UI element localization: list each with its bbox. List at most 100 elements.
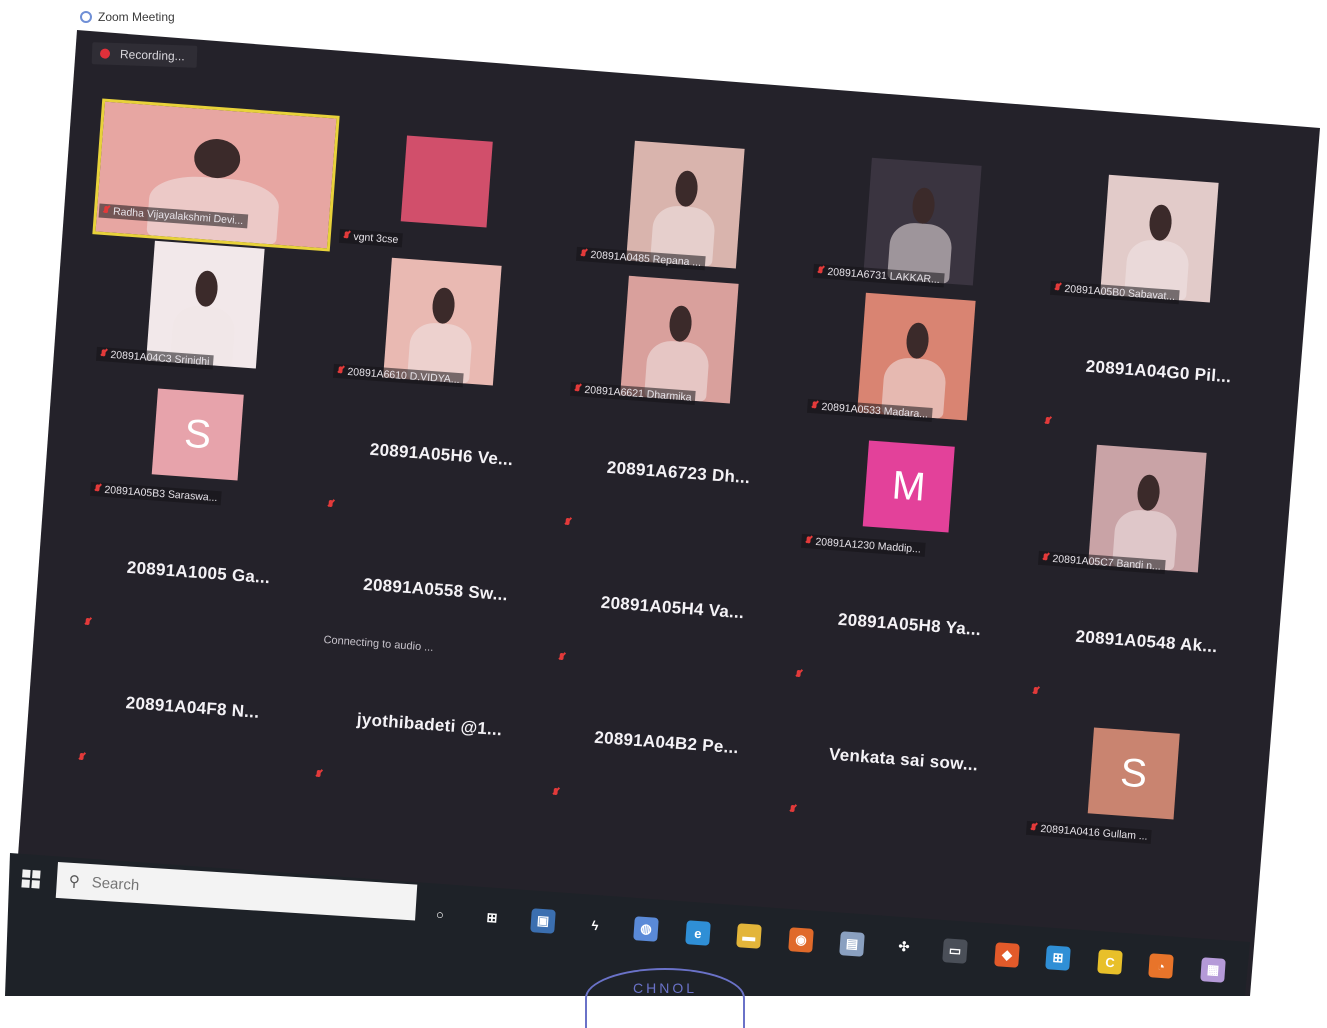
participant-tile[interactable]: S 20891A05B3 Saraswa...: [84, 372, 325, 519]
participant-name: 20891A04G0 Pil...: [1085, 356, 1233, 387]
participant-video: [1088, 444, 1207, 573]
participant-video: [383, 258, 502, 386]
participant-name: 20891A04B2 Pe...: [593, 727, 740, 757]
participant-name: 20891A0558 Sw...: [362, 575, 509, 605]
store-icon[interactable]: ▣: [530, 908, 556, 935]
participant-name: Venkata sai sow...: [828, 744, 979, 775]
recording-label: Recording...: [119, 47, 185, 64]
muted-mic-icon: [795, 670, 802, 681]
participant-tile[interactable]: 20891A05C7 Bandi n...: [1032, 441, 1273, 588]
muted-mic-icon: [811, 401, 818, 412]
participant-video: [146, 240, 265, 369]
muted-mic-icon: [337, 366, 344, 377]
participant-avatar: M: [862, 440, 955, 533]
participant-tile[interactable]: 20891A6610 D.VIDYA...: [327, 254, 568, 401]
windows-logo-icon: [22, 869, 31, 878]
participant-name: 20891A05H6 Ve...: [369, 440, 514, 470]
muted-mic-icon: [78, 753, 85, 764]
participant-name: jyothibadeti @1...: [356, 710, 503, 740]
participant-tile[interactable]: Venkata sai sow...: [783, 694, 1024, 841]
participant-tile[interactable]: 20891A05B0 Sabavat...: [1044, 171, 1285, 318]
participant-color-block: [400, 135, 493, 228]
chrome-icon[interactable]: ◉: [787, 927, 814, 953]
participant-name: 20891A1005 Ga...: [126, 557, 271, 588]
dropbox-icon[interactable]: ✣: [891, 935, 917, 961]
zoom-icon[interactable]: ▦: [1199, 956, 1226, 983]
participant-tile[interactable]: 20891A05H6 Ve...: [321, 389, 562, 536]
participant-tile[interactable]: 20891A04C3 Srinidhi: [90, 237, 331, 384]
audio-status: Connecting to audio ...: [323, 634, 434, 655]
participant-tile[interactable]: 20891A04B2 Pe...: [546, 676, 787, 823]
participant-tile[interactable]: vgnt 3cse: [333, 119, 574, 266]
app-blue-icon[interactable]: ◍: [633, 916, 659, 942]
participant-video: [626, 140, 745, 269]
muted-mic-icon: [1042, 553, 1049, 564]
start-button[interactable]: [21, 869, 41, 889]
muted-mic-icon: [580, 248, 587, 259]
participant-tile[interactable]: S 20891A0416 Gullam ...: [1020, 711, 1261, 858]
muted-mic-icon: [789, 805, 796, 816]
participant-tile[interactable]: 20891A05H8 Ya...: [789, 559, 1030, 706]
winamp-icon[interactable]: ϟ: [582, 912, 608, 938]
participant-avatar: S: [1087, 727, 1180, 820]
participant-tile[interactable]: 20891A0558 Sw... Connecting to audio ...: [315, 524, 556, 671]
participant-tile[interactable]: jyothibadeti @1...: [309, 659, 550, 806]
participant-name: 20891A0548 Ak...: [1074, 627, 1219, 657]
participant-video: [863, 157, 982, 286]
recording-indicator[interactable]: Recording...: [91, 42, 198, 68]
muted-mic-icon: [103, 205, 110, 216]
task-view-icon[interactable]: ⊞: [479, 905, 505, 931]
edge-icon[interactable]: e: [684, 919, 711, 946]
muted-mic-icon: [1044, 417, 1051, 428]
app-yellow-icon[interactable]: C: [1096, 949, 1123, 976]
stamp-text: CHNOL: [632, 980, 697, 996]
files-icon[interactable]: ▤: [839, 930, 865, 957]
muted-mic-icon: [315, 770, 322, 781]
participant-name: 20891A05H8 Ya...: [837, 609, 982, 640]
participant-name: 20891A6723 Dh...: [606, 457, 751, 487]
participant-tile[interactable]: 20891A05H4 Va...: [552, 541, 793, 688]
participant-tile[interactable]: 20891A04F8 N...: [72, 642, 313, 789]
participant-tile[interactable]: 20891A0533 Madara...: [801, 289, 1042, 436]
muted-mic-icon: [94, 484, 101, 495]
terminal-icon[interactable]: ▭: [942, 938, 968, 964]
muted-mic-icon: [84, 618, 91, 629]
firefox-icon[interactable]: ◔: [1148, 953, 1174, 979]
participant-tile[interactable]: 20891A6621 Dharmika: [564, 271, 805, 418]
cortana-icon[interactable]: ○: [427, 901, 453, 927]
institution-stamp: CHNOL: [585, 968, 745, 1028]
participant-video: [620, 275, 739, 404]
muted-mic-icon: [564, 517, 571, 528]
participant-video: [857, 292, 976, 421]
participant-tile[interactable]: Radha Vijayalakshmi Devi...: [92, 98, 340, 252]
participant-label: 20891A05B3 Saraswa...: [89, 481, 222, 506]
participant-tile[interactable]: 20891A0548 Ak...: [1026, 576, 1267, 723]
participant-tile[interactable]: 20891A0485 Repana ...: [570, 136, 811, 283]
muted-mic-icon: [574, 383, 581, 394]
muted-mic-icon: [552, 787, 559, 798]
window-titlebar: Zoom Meeting: [80, 10, 175, 24]
muted-mic-icon: [558, 652, 565, 663]
participant-tile[interactable]: 20891A6723 Dh...: [558, 406, 799, 553]
zoom-meeting-window: Recording... Radha Vijayalakshmi Devi...…: [8, 30, 1320, 996]
zoom-icon: [80, 11, 92, 23]
participant-name: 20891A04F8 N...: [125, 693, 261, 722]
window-title: Zoom Meeting: [98, 10, 175, 24]
participant-tile[interactable]: M 20891A1230 Maddip...: [795, 424, 1036, 571]
participant-tile[interactable]: 20891A1005 Ga...: [78, 507, 319, 654]
muted-mic-icon: [327, 500, 334, 511]
participant-video: [1100, 174, 1219, 303]
windows-icon[interactable]: ⊞: [1045, 945, 1071, 972]
participant-video: [92, 98, 340, 252]
muted-mic-icon: [805, 536, 812, 547]
file-explorer-icon[interactable]: ▬: [736, 923, 762, 950]
participant-tile[interactable]: 20891A6731 LAKKAR...: [807, 154, 1048, 301]
participant-tile[interactable]: 20891A04G0 Pil...: [1038, 306, 1279, 453]
muted-mic-icon: [1032, 687, 1039, 698]
app-orange-icon[interactable]: ◆: [993, 941, 1020, 968]
participant-avatar: S: [151, 388, 244, 481]
search-icon: ⚲: [68, 872, 81, 891]
participant-label: vgnt 3cse: [338, 229, 403, 248]
search-input[interactable]: [89, 872, 334, 907]
participant-label: 20891A0416 Gullam ...: [1025, 821, 1153, 845]
